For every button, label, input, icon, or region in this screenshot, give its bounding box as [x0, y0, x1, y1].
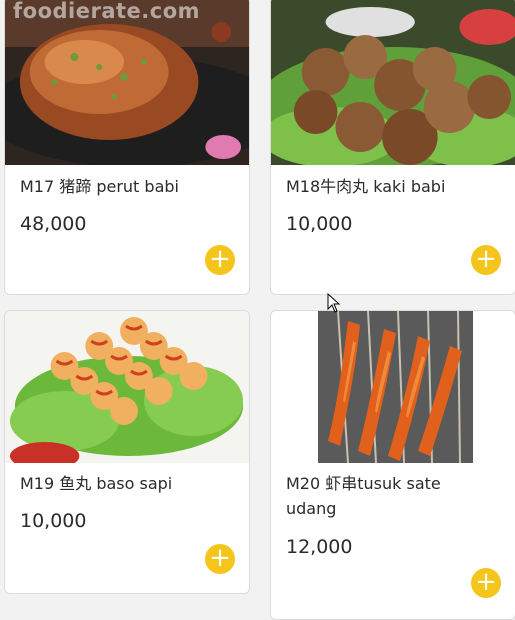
product-image-beef-balls[interactable]: [271, 0, 515, 165]
add-to-cart-button[interactable]: +: [471, 245, 501, 275]
add-to-cart-button[interactable]: +: [471, 568, 501, 598]
plus-icon: +: [209, 543, 231, 573]
plus-icon: +: [475, 567, 497, 597]
plus-icon: +: [475, 244, 497, 274]
product-name: M18牛肉丸 kaki babi: [286, 177, 446, 196]
mouse-cursor-icon: [327, 293, 341, 313]
product-image-shrimp-skewers[interactable]: [318, 311, 473, 463]
product-price: 48,000: [20, 213, 87, 235]
product-image-pork-trotter[interactable]: foodierate.com: [5, 0, 249, 165]
product-card-m17[interactable]: foodierate.com M17 猪蹄 perut babi 48,000 …: [4, 0, 250, 295]
product-card-m18[interactable]: M18牛肉丸 kaki babi 10,000 +: [270, 0, 515, 295]
product-name: M20 虾串tusuk sate udang: [286, 474, 441, 518]
plus-icon: +: [209, 244, 231, 274]
product-image-fish-balls[interactable]: [5, 311, 249, 463]
product-card-m20[interactable]: M20 虾串tusuk sate udang 12,000 +: [270, 310, 515, 620]
product-name: M19 鱼丸 baso sapi: [20, 474, 173, 493]
product-card-m19[interactable]: M19 鱼丸 baso sapi 10,000 +: [4, 310, 250, 594]
add-to-cart-button[interactable]: +: [205, 544, 235, 574]
product-price: 12,000: [286, 536, 353, 558]
product-name: M17 猪蹄 perut babi: [20, 177, 179, 196]
add-to-cart-button[interactable]: +: [205, 245, 235, 275]
watermark: foodierate.com: [13, 0, 201, 23]
product-price: 10,000: [20, 510, 87, 532]
product-price: 10,000: [286, 213, 353, 235]
